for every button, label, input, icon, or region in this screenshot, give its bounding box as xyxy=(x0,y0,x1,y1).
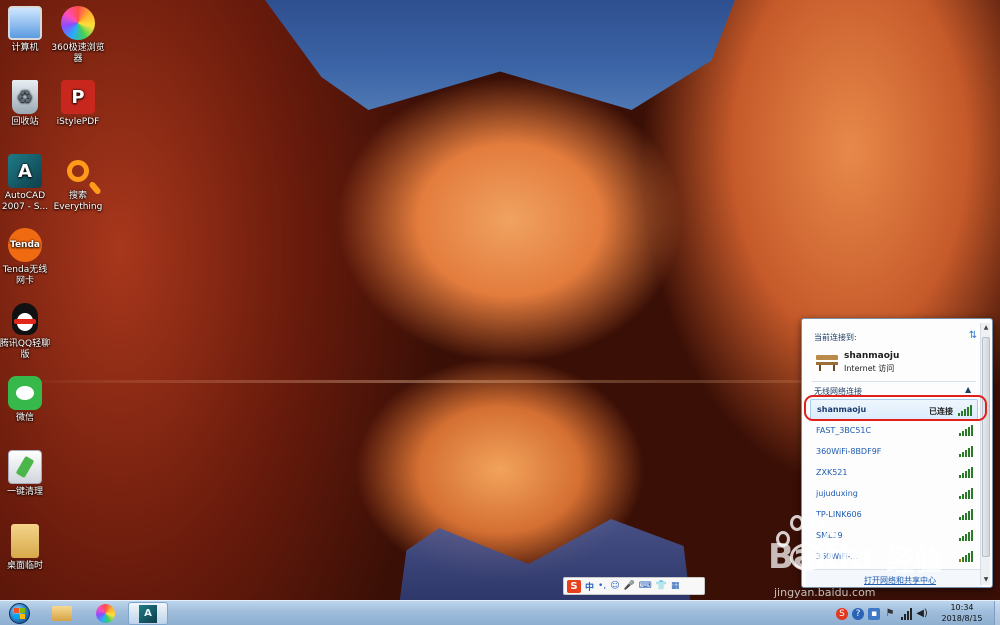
desktop-icon-tenda[interactable]: Tenda Tenda无线 网卡 xyxy=(0,228,56,287)
tenda-wifi-icon: Tenda xyxy=(8,228,42,262)
search-everything-icon xyxy=(61,154,102,196)
current-network-name: shanmaoju xyxy=(844,351,900,361)
ime-punctuation-icon[interactable]: •, xyxy=(598,581,606,591)
annotation-red-ring xyxy=(804,395,987,421)
ime-voice-icon[interactable]: 🎤 xyxy=(624,581,635,591)
wifi-network-item[interactable]: 360WiFi-8BDF9F xyxy=(810,441,978,462)
wifi-network-item[interactable]: ZXK521 xyxy=(810,462,978,483)
desktop-icon-istylepdf[interactable]: P iStylePDF xyxy=(47,80,109,128)
refresh-icon[interactable]: ⇅ xyxy=(967,330,979,342)
wifi-ssid: jujuduxing xyxy=(816,489,858,498)
baidu-jingyan-watermark: Baidu 经验 jingyan.baidu.com xyxy=(768,515,998,615)
collapse-chevron-icon[interactable]: ▲ xyxy=(965,385,971,394)
start-button[interactable] xyxy=(4,602,34,625)
desktop-icon-label-line2: 器 xyxy=(73,54,83,64)
wifi-signal-icon xyxy=(959,467,973,478)
ime-keyboard-icon[interactable]: ⌨ xyxy=(639,581,652,591)
ime-toolbox-icon[interactable]: ▦ xyxy=(671,581,680,591)
autocad-glyph: A xyxy=(144,608,152,619)
watermark-url: jingyan.baidu.com xyxy=(774,586,876,599)
ime-toolbar[interactable]: S 中 •, ☺ 🎤 ⌨ 👕 ▦ xyxy=(563,577,705,595)
folder-icon xyxy=(52,606,72,621)
pdf-icon: P xyxy=(61,80,95,114)
desktop-icon-label: 微信 xyxy=(15,413,34,423)
watermark-brand-cn: 经验 xyxy=(886,544,943,577)
autocad-icon: A xyxy=(8,154,42,188)
flyout-header: 当前连接到: xyxy=(814,333,857,342)
desktop-icon-search-everything[interactable]: 搜索 Everything xyxy=(47,154,109,213)
computer-icon xyxy=(8,6,42,40)
wifi-signal-icon xyxy=(959,488,973,499)
desktop-icon-qq[interactable]: 腾讯QQ轻聊 版 xyxy=(0,302,56,361)
autocad-glyph: A xyxy=(18,160,32,182)
wifi-ssid: 360WiFi-8BDF9F xyxy=(816,447,882,456)
desktop-icon-label: 360极速浏览 xyxy=(51,43,105,53)
ime-emoji-icon[interactable]: ☺ xyxy=(610,581,619,591)
network-bench-icon xyxy=(816,351,840,371)
wifi-ssid: FAST_3BC51C xyxy=(816,426,872,435)
desktop-icon-label-line2: Everything xyxy=(53,202,103,212)
desktop-icon-360-browser[interactable]: 360极速浏览 器 xyxy=(47,6,109,65)
desktop-icon-label: Tenda无线 xyxy=(2,265,48,275)
wifi-network-item[interactable]: jujuduxing xyxy=(810,483,978,504)
divider xyxy=(812,381,976,382)
cleanup-icon xyxy=(8,450,42,484)
sogou-ime-icon[interactable]: S xyxy=(567,579,581,593)
desktop-icon-temp-folder[interactable]: 桌面临时 xyxy=(0,524,56,572)
desktop-icon-label: iStylePDF xyxy=(56,117,100,127)
ime-language-toggle[interactable]: 中 xyxy=(585,580,594,593)
wifi-ssid: ZXK521 xyxy=(816,468,848,477)
scroll-up-icon[interactable]: ▲ xyxy=(981,323,991,333)
recycle-bin-icon: ♻ xyxy=(12,80,38,114)
autocad-icon: A xyxy=(139,604,157,623)
desktop-icon-wechat[interactable]: 微信 xyxy=(0,376,56,424)
ime-skin-icon[interactable]: 👕 xyxy=(656,581,667,591)
taskbar-file-explorer[interactable] xyxy=(42,602,82,625)
watermark-brand: Baidu xyxy=(768,537,873,577)
windows-logo-icon xyxy=(8,603,30,624)
360-browser-icon xyxy=(61,6,95,40)
wifi-signal-icon xyxy=(959,446,973,457)
tenda-glyph: Tenda xyxy=(10,239,40,250)
taskbar-autocad[interactable]: A xyxy=(128,602,168,625)
wifi-network-item[interactable]: FAST_3BC51C xyxy=(810,420,978,441)
360-browser-icon xyxy=(95,604,115,623)
qq-icon xyxy=(8,302,42,336)
desktop-icon-label: 一键清理 xyxy=(6,487,43,497)
desktop-icon-label-line2: 版 xyxy=(20,350,30,360)
current-network-status: Internet 访问 xyxy=(844,364,895,373)
wallpaper-sky xyxy=(265,0,735,110)
folder-icon xyxy=(11,524,39,558)
wechat-icon xyxy=(8,376,42,410)
wifi-signal-icon xyxy=(959,425,973,436)
pdf-glyph: P xyxy=(71,86,85,108)
desktop-icon-cleanup[interactable]: 一键清理 xyxy=(0,450,56,498)
desktop-icon-label: 腾讯QQ轻聊 xyxy=(0,339,51,349)
taskbar-360-browser[interactable] xyxy=(85,602,125,625)
desktop-icon-label-line2: 网卡 xyxy=(15,276,34,286)
desktop-icon-label: 桌面临时 xyxy=(6,561,43,571)
